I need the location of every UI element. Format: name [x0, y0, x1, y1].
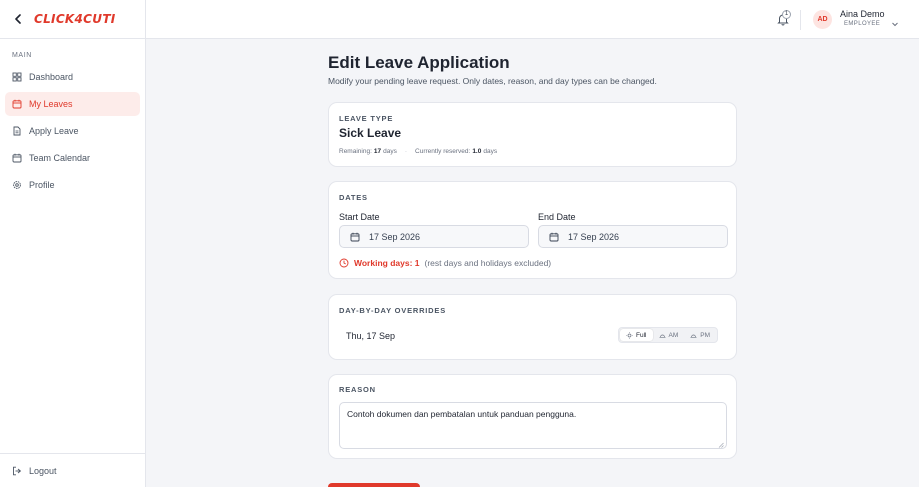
- page-subtitle: Modify your pending leave request. Only …: [328, 76, 657, 86]
- override-day-label: Thu, 17 Sep: [346, 331, 396, 341]
- day-type-full-option[interactable]: Full: [620, 329, 653, 341]
- chevron-down-icon[interactable]: [891, 15, 899, 27]
- sidebar-item-apply-leave[interactable]: Apply Leave: [5, 119, 140, 143]
- day-type-pm-option[interactable]: PM: [684, 329, 716, 341]
- clock-icon: [339, 258, 349, 268]
- remaining-label: Remaining:: [339, 148, 372, 155]
- end-date-value: 17 Sep 2026: [568, 231, 620, 242]
- gear-icon: [12, 180, 22, 190]
- leave-balance-row: Remaining: 17 days · Currently reserved:…: [339, 148, 497, 155]
- sun-icon: [626, 331, 633, 339]
- separator-dot: ·: [404, 148, 408, 155]
- reserved-unit: days: [483, 148, 498, 155]
- save-button[interactable]: [328, 483, 420, 487]
- start-date-input[interactable]: 17 Sep 2026: [339, 225, 529, 248]
- leave-type-caption: LEAVE TYPE: [339, 114, 394, 123]
- working-days-info: Working days: 1 (rest days and holidays …: [339, 258, 551, 268]
- dates-caption: DATES: [339, 193, 368, 202]
- dates-card: DATES Start Date 17 Sep 2026 End Date 17…: [328, 181, 737, 279]
- day-type-toggle: Full AM PM: [618, 327, 718, 343]
- sunrise-icon: [659, 332, 666, 339]
- calendar-icon: [12, 153, 22, 163]
- sidebar-item-label: My Leaves: [29, 99, 73, 109]
- sidebar-item-dashboard[interactable]: Dashboard: [5, 65, 140, 89]
- sunset-icon: [690, 332, 697, 339]
- calendar-icon: [549, 232, 559, 242]
- overrides-caption: DAY-BY-DAY OVERRIDES: [339, 306, 447, 315]
- calendar-icon: [350, 232, 360, 242]
- notification-count-badge: 1: [782, 10, 791, 19]
- user-role: EMPLOYEE: [844, 21, 881, 27]
- remaining-unit: days: [383, 148, 397, 155]
- working-days-label: Working days: 1: [354, 258, 420, 268]
- sidebar-item-label: Dashboard: [29, 72, 74, 82]
- page-title: Edit Leave Application: [328, 53, 510, 72]
- topbar-divider: [800, 10, 801, 30]
- calendar-icon: [12, 99, 22, 109]
- logout-button[interactable]: Logout: [0, 453, 145, 487]
- reason-caption: REASON: [339, 385, 376, 394]
- leave-type-card: LEAVE TYPE Sick Leave Remaining: 17 days…: [328, 102, 737, 167]
- sidebar-nav: Dashboard My Leaves Apply Leave Team Cal…: [0, 65, 145, 197]
- start-date-value: 17 Sep 2026: [369, 231, 421, 242]
- day-type-full-label: Full: [636, 331, 647, 339]
- reserved-label: Currently reserved:: [415, 148, 471, 155]
- sidebar-item-my-leaves[interactable]: My Leaves: [5, 92, 140, 116]
- logout-icon: [12, 466, 22, 476]
- sidebar-item-label: Apply Leave: [29, 126, 79, 136]
- sidebar-item-profile[interactable]: Profile: [5, 173, 140, 197]
- sidebar-section-label: MAIN: [12, 52, 32, 59]
- app-logo[interactable]: CLICK4CUTI: [34, 12, 116, 26]
- reserved-value: 1.0: [472, 148, 482, 155]
- chevron-left-icon[interactable]: [11, 12, 25, 26]
- sidebar-item-team-calendar[interactable]: Team Calendar: [5, 146, 140, 170]
- reason-card: REASON Contoh dokumen dan pembatalan unt…: [328, 374, 737, 459]
- day-type-am-label: AM: [668, 331, 679, 339]
- sidebar-item-label: Profile: [29, 180, 55, 190]
- grid-icon: [12, 72, 22, 82]
- sidebar-item-label: Team Calendar: [29, 153, 91, 163]
- remaining-value: 17: [373, 148, 382, 155]
- day-type-pm-label: PM: [700, 331, 710, 339]
- working-days-note: (rest days and holidays excluded): [424, 258, 552, 268]
- day-type-am-option[interactable]: AM: [653, 329, 685, 341]
- sidebar: CLICK4CUTI MAIN Dashboard My Leaves Appl…: [0, 0, 146, 487]
- end-date-label: End Date: [538, 212, 576, 222]
- main-content: Edit Leave Application Modify your pendi…: [146, 39, 919, 487]
- reason-textarea[interactable]: Contoh dokumen dan pembatalan untuk pand…: [339, 402, 727, 449]
- avatar[interactable]: AD: [813, 10, 832, 29]
- topbar: 1 AD Aina Demo EMPLOYEE: [146, 0, 919, 39]
- brand-bar: CLICK4CUTI: [0, 0, 145, 39]
- logout-label: Logout: [29, 465, 57, 476]
- document-icon: [12, 126, 22, 136]
- resize-handle-icon[interactable]: [718, 440, 724, 448]
- user-name[interactable]: Aina Demo: [840, 9, 885, 19]
- day-overrides-card: DAY-BY-DAY OVERRIDES Thu, 17 Sep Full AM…: [328, 294, 737, 360]
- start-date-label: Start Date: [339, 212, 380, 222]
- end-date-input[interactable]: 17 Sep 2026: [538, 225, 728, 248]
- reason-text: Contoh dokumen dan pembatalan untuk pand…: [347, 409, 577, 419]
- leave-type-name: Sick Leave: [339, 126, 402, 140]
